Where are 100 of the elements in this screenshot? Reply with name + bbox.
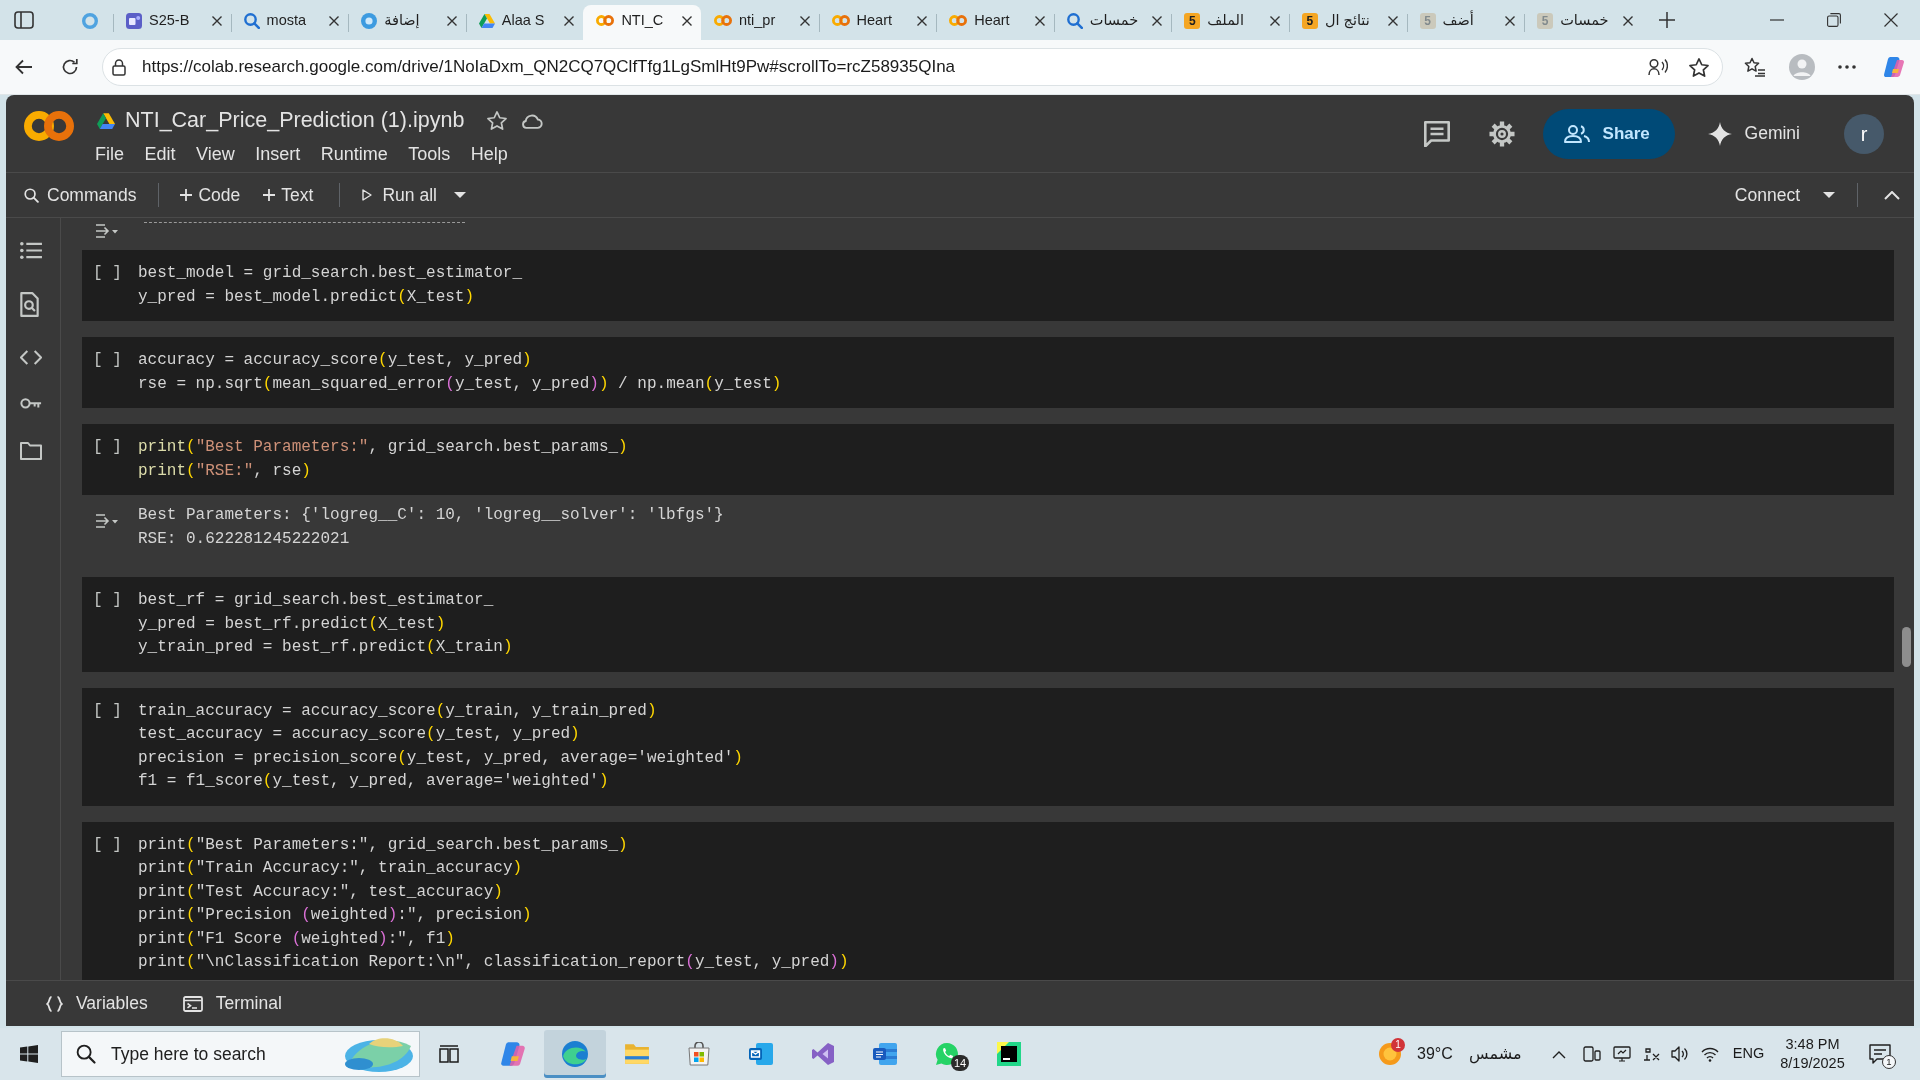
more-icon[interactable]	[1838, 65, 1856, 69]
back-icon[interactable]	[15, 59, 33, 75]
scrollbar-thumb[interactable]	[1902, 627, 1911, 667]
list-icon[interactable]	[20, 242, 42, 259]
browser-tab[interactable]: Heart	[936, 5, 1054, 40]
code-line: train_accuracy = accuracy_score(y_train, y_train_pred)	[138, 700, 658, 722]
code-cell[interactable]: [ ] accuracy = accuracy_score(y_test, y_pred) rse = np.sqrt(mean_squared_error(y_test, y_pred)) / np.mean(y_test)	[82, 337, 1894, 408]
close-icon[interactable]	[1505, 15, 1516, 26]
code-line: y_pred = best_rf.predict(X_test)	[138, 613, 447, 635]
add-code-button[interactable]: Code	[174, 178, 247, 212]
network-icon[interactable]	[1642, 1046, 1660, 1062]
close-icon[interactable]	[1034, 15, 1045, 26]
browser-tab[interactable]: mosta	[230, 5, 349, 40]
speaker-icon[interactable]	[1670, 1046, 1688, 1062]
commands-button[interactable]: Commands	[18, 178, 143, 212]
output-icon[interactable]	[95, 222, 119, 239]
browser-tab[interactable]: إضافة	[348, 5, 466, 40]
address-field[interactable]: https://colab.research.google.com/drive/1NoIaDxm_QN2CQ7QClfTfg1LgSmlHt9Pw#scrollTo=rcZ58935QIna	[102, 48, 1723, 86]
plus-icon	[263, 189, 276, 201]
close-icon[interactable]	[681, 15, 692, 26]
avatar[interactable]: r	[1844, 113, 1884, 154]
menu-item[interactable]: Insert	[255, 142, 301, 166]
device-icon[interactable]	[1583, 1046, 1601, 1062]
browser-tab[interactable]: nti_pr	[700, 5, 819, 40]
language-indicator[interactable]: ENG	[1732, 1043, 1765, 1065]
menu-item[interactable]: Runtime	[320, 142, 388, 166]
close-icon[interactable]	[917, 15, 928, 26]
browser-tab[interactable]: Alaa S	[465, 5, 584, 40]
slanted-tiles-icon[interactable]	[1883, 56, 1905, 78]
read-aloud-icon[interactable]	[1648, 58, 1668, 76]
lock-icon[interactable]	[112, 58, 126, 76]
key-icon[interactable]	[20, 398, 42, 409]
close-icon[interactable]	[446, 15, 457, 26]
tab-favicon: 5	[1419, 12, 1436, 29]
favorites-icon[interactable]	[1744, 57, 1766, 77]
code-icon[interactable]	[20, 350, 42, 365]
variables-button[interactable]: Variables	[40, 985, 154, 1022]
code-cell[interactable]: [ ] best_rf = grid_search.best_estimator_ y_pred = best_rf.predict(X_test) y_train_pred = best_rf.predict(X_train)	[82, 577, 1894, 672]
notification-icon[interactable]	[1869, 1044, 1891, 1064]
monitor-icon[interactable]	[1613, 1046, 1631, 1062]
code-cell[interactable]	[82, 687, 1894, 806]
code-cell[interactable]: [ ] print("Best Parameters:", grid_search.best_params_) print("RSE:", rse)	[82, 424, 1894, 495]
browser-tab[interactable]: S25-B	[113, 5, 231, 40]
output-icon[interactable]	[95, 512, 119, 529]
close-icon[interactable]	[1387, 15, 1398, 26]
code-cell[interactable]	[82, 821, 1894, 980]
refresh-icon[interactable]	[61, 58, 79, 76]
folder-icon[interactable]	[20, 442, 42, 460]
close-icon[interactable]	[329, 15, 340, 26]
restore-icon[interactable]	[1827, 13, 1842, 27]
caret-icon[interactable]	[1823, 192, 1835, 198]
close-icon[interactable]	[564, 15, 575, 26]
search-input[interactable]: Type here to search	[111, 1040, 329, 1068]
menu-item[interactable]: Help	[470, 142, 508, 166]
code-line: print("F1 Score (weighted):", f1)	[138, 928, 456, 950]
share-button[interactable]: Share	[1542, 108, 1675, 159]
settings-icon[interactable]	[1488, 120, 1515, 147]
comment-icon[interactable]	[1423, 120, 1450, 147]
terminal-button[interactable]: Terminal	[176, 985, 288, 1022]
search-icon	[76, 1044, 96, 1064]
caret-icon[interactable]	[453, 192, 466, 198]
close-icon[interactable]	[1269, 15, 1280, 26]
connect-button[interactable]: Connect	[1722, 178, 1812, 212]
new-tab-icon[interactable]	[1658, 12, 1675, 28]
wifi-icon[interactable]	[1701, 1046, 1719, 1062]
browser-tab[interactable]: NTI_C	[583, 5, 701, 40]
tab-favicon: 5	[1184, 12, 1201, 29]
code-cell[interactable]: [ ] best_model = grid_search.best_estimator_ y_pred = best_model.predict(X_test)	[82, 250, 1894, 321]
close-icon[interactable]	[799, 15, 810, 26]
taskbar-app[interactable]: 14	[916, 1030, 978, 1078]
menu-item[interactable]: View	[196, 142, 235, 166]
output-line: Best Parameters: {'logreg__C': 10, 'logreg__solver': 'lbfgs'}	[138, 505, 724, 526]
code-line: accuracy = accuracy_score(y_test, y_pred)	[138, 350, 533, 371]
minimize-icon[interactable]	[1769, 19, 1784, 21]
notification-count: 1	[1882, 1055, 1896, 1069]
start-icon[interactable]	[20, 1045, 38, 1063]
close-icon[interactable]	[1622, 15, 1633, 26]
menu-item[interactable]: Tools	[408, 142, 451, 166]
browser-tab[interactable]: Heart	[818, 5, 937, 40]
code-line: best_model = grid_search.best_estimator_	[138, 263, 523, 284]
panel-icon[interactable]	[14, 11, 34, 29]
output-line: RSE: 0.622281245222021	[138, 528, 351, 550]
menu-item[interactable]: File	[95, 142, 124, 166]
notebook-title[interactable]: NTI_Car_Price_Prediction (1).ipynb	[125, 103, 465, 137]
search-field[interactable]: Type here to search	[61, 1031, 420, 1077]
rings-logo[interactable]	[24, 111, 74, 141]
close-icon[interactable]	[1884, 13, 1899, 27]
browser-tab[interactable]: خمسات	[1053, 5, 1172, 40]
run-all-button[interactable]: Run all	[356, 178, 443, 212]
clock-date[interactable]: 8/19/2025	[1780, 1054, 1845, 1073]
star-icon[interactable]	[1689, 57, 1709, 77]
document-search-icon[interactable]	[20, 292, 39, 317]
chevron-up-icon[interactable]	[1552, 1049, 1566, 1059]
add-text-button[interactable]: Text	[257, 178, 320, 212]
clock-time[interactable]: 3:48 PM	[1785, 1035, 1840, 1054]
close-icon[interactable]	[1152, 15, 1163, 26]
gemini-button[interactable]: Gemini	[1697, 111, 1815, 156]
menu-item[interactable]: Edit	[144, 142, 176, 166]
temperature-text: 39°C	[1417, 1044, 1453, 1064]
close-icon[interactable]	[211, 15, 222, 26]
